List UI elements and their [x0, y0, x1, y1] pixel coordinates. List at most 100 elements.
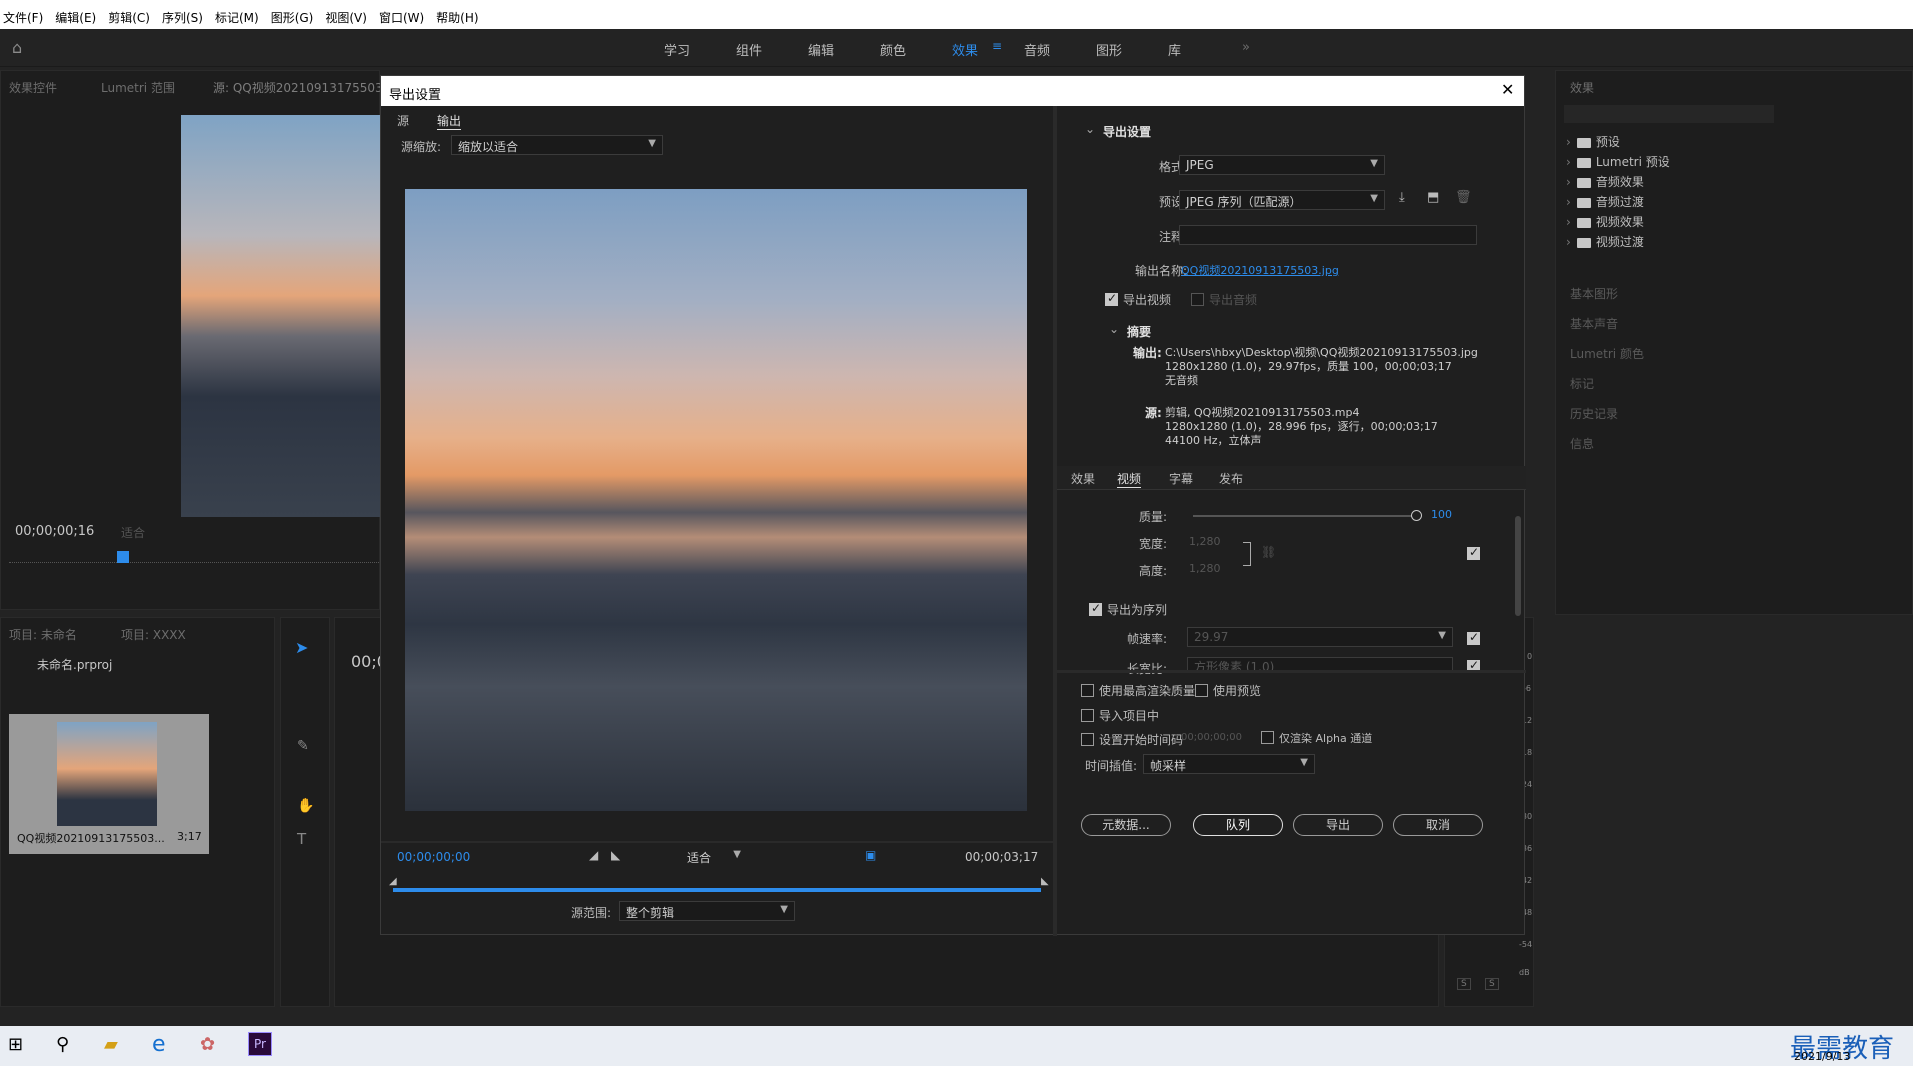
export-audio-checkbox[interactable] [1191, 293, 1204, 306]
playhead-icon[interactable] [117, 551, 129, 563]
alpha-only-checkbox[interactable] [1261, 731, 1274, 744]
premiere-pro-icon[interactable]: Pr [248, 1032, 272, 1056]
collapsed-essential-graphics[interactable]: 基本图形 [1570, 285, 1618, 302]
summary-header[interactable]: 摘要 [1127, 323, 1151, 340]
save-preset-icon[interactable]: ⤓ [1399, 190, 1405, 205]
range-start-handle[interactable]: ◢ [389, 876, 397, 887]
height-value[interactable]: 1,280 [1189, 562, 1221, 575]
collapsed-essential-sound[interactable]: 基本声音 [1570, 315, 1618, 332]
tab-video-settings[interactable]: 视频 [1117, 470, 1142, 488]
app-icon[interactable]: ✿ [200, 1034, 215, 1055]
quality-slider[interactable] [1193, 515, 1419, 517]
edge-browser-icon[interactable]: e [152, 1032, 166, 1057]
menu-edit[interactable]: 编辑(E) [52, 9, 99, 26]
width-value[interactable]: 1,280 [1189, 535, 1221, 548]
tab-output-dlg[interactable]: 输出 [437, 112, 462, 130]
cancel-button[interactable]: 取消 [1393, 814, 1483, 836]
aspect-select[interactable]: 方形像素 (1.0) [1187, 657, 1453, 671]
frame-rate-match-checkbox[interactable] [1467, 630, 1480, 645]
use-previews-checkbox[interactable] [1195, 684, 1208, 697]
tree-video-transitions[interactable]: › 视频过渡 [1566, 233, 1644, 250]
menu-view[interactable]: 视图(V) [322, 9, 370, 26]
chevron-down-icon[interactable]: ⌄ [1109, 322, 1119, 336]
max-render-checkbox[interactable] [1081, 684, 1094, 697]
metadata-button[interactable]: 元数据... [1081, 814, 1171, 836]
collapsed-markers[interactable]: 标记 [1570, 375, 1594, 392]
timecode-in[interactable]: 00;00;00;00 [397, 850, 470, 864]
search-icon[interactable]: ⚲ [56, 1034, 69, 1055]
source-range-select[interactable]: 整个剪辑 ▼ [619, 901, 795, 921]
mark-in-icon[interactable]: ◢ [589, 848, 598, 862]
windows-start-icon[interactable]: ⊞ [8, 1034, 23, 1055]
menu-graphics[interactable]: 图形(G) [268, 9, 317, 26]
timeline-range-bar[interactable] [393, 888, 1041, 892]
file-explorer-icon[interactable]: ▰ [104, 1034, 118, 1055]
tab-learning[interactable]: 学习 [664, 40, 690, 59]
set-start-tc-checkbox[interactable] [1081, 733, 1094, 746]
more-workspaces-icon[interactable]: » [1242, 40, 1250, 55]
zoom-select[interactable]: 适合 ▼ [681, 847, 747, 867]
source-scaling-select[interactable]: 缩放以适合 ▼ [451, 135, 663, 155]
tab-effect-controls[interactable]: 效果控件 [9, 79, 57, 96]
splitter[interactable] [1053, 106, 1057, 936]
home-icon[interactable]: ⌂ [12, 38, 22, 57]
solo-button[interactable]: S [1457, 978, 1471, 990]
format-select[interactable]: JPEG ▼ [1179, 155, 1385, 175]
tree-audio-transitions[interactable]: › 音频过渡 [1566, 193, 1644, 210]
delete-preset-icon[interactable]: 🗑 [1455, 190, 1472, 205]
tree-lumetri-presets[interactable]: › Lumetri 预设 [1566, 153, 1670, 170]
menu-help[interactable]: 帮助(H) [433, 9, 481, 26]
aspect-toggle-icon[interactable]: ▣ [865, 848, 876, 862]
tab-source-dlg[interactable]: 源 [397, 112, 409, 129]
source-ruler[interactable] [9, 557, 379, 563]
tab-captions-settings[interactable]: 字幕 [1169, 470, 1193, 487]
chevron-down-icon[interactable]: ⌄ [1085, 122, 1095, 136]
match-source-checkbox[interactable] [1467, 545, 1480, 560]
tab-editing[interactable]: 编辑 [808, 40, 834, 59]
effects-search-input[interactable] [1564, 105, 1774, 123]
tree-video-effects[interactable]: › 视频效果 [1566, 213, 1644, 230]
range-end-handle[interactable]: ◣ [1041, 876, 1049, 887]
tab-color[interactable]: 颜色 [880, 40, 906, 59]
export-button[interactable]: 导出 [1293, 814, 1383, 836]
source-timecode[interactable]: 00;00;00;16 [15, 524, 94, 539]
link-icon[interactable]: ⛓ [1261, 545, 1276, 559]
timecode-out[interactable]: 00;00;03;17 [965, 850, 1038, 864]
aspect-match-checkbox[interactable] [1467, 658, 1480, 672]
settings-scrollbar[interactable] [1515, 516, 1521, 616]
comments-input[interactable] [1179, 225, 1477, 245]
close-icon[interactable]: ✕ [1501, 80, 1514, 99]
pen-tool-icon[interactable]: ✎ [297, 738, 309, 754]
menu-markers[interactable]: 标记(M) [212, 9, 262, 26]
menu-clip[interactable]: 剪辑(C) [105, 9, 153, 26]
time-interp-select[interactable]: 帧采样 ▼ [1143, 754, 1315, 774]
solo-button[interactable]: S [1485, 978, 1499, 990]
queue-button[interactable]: 队列 [1193, 814, 1283, 836]
tab-effects[interactable]: 效果 [952, 40, 978, 59]
preset-select[interactable]: JPEG 序列（匹配源） ▼ [1179, 190, 1385, 210]
collapsed-lumetri-color[interactable]: Lumetri 颜色 [1570, 345, 1644, 362]
hand-tool-icon[interactable]: ✋ [297, 798, 314, 814]
export-as-sequence-checkbox[interactable] [1089, 601, 1102, 616]
selection-tool-icon[interactable]: ➤ [295, 638, 308, 657]
clip-thumbnail-card[interactable]: QQ视频20210913175503... 3;17 [9, 714, 209, 854]
project-file-name[interactable]: 未命名.prproj [37, 656, 112, 673]
frame-rate-select[interactable]: 29.97 ▼ [1187, 627, 1453, 647]
menu-lines-icon[interactable]: ≡ [992, 39, 1002, 53]
start-tc-value[interactable]: 00;00;00;00 [1181, 732, 1242, 743]
quality-value[interactable]: 100 [1431, 508, 1452, 521]
type-tool-icon[interactable]: T [297, 830, 306, 848]
tab-effects-settings[interactable]: 效果 [1071, 470, 1095, 487]
tab-audio[interactable]: 音频 [1024, 40, 1050, 59]
tab-publish-settings[interactable]: 发布 [1219, 470, 1243, 487]
output-name-link[interactable]: QQ视频20210913175503.jpg [1181, 262, 1339, 278]
menu-window[interactable]: 窗口(W) [376, 9, 427, 26]
menu-file[interactable]: 文件(F) [0, 9, 46, 26]
tab-project-2[interactable]: 项目: XXXX [121, 626, 186, 643]
tab-libraries[interactable]: 库 [1168, 40, 1181, 59]
import-project-checkbox[interactable] [1081, 709, 1094, 722]
tab-project[interactable]: 项目: 未命名 [9, 626, 77, 643]
tab-assembly[interactable]: 组件 [736, 40, 762, 59]
mark-out-icon[interactable]: ◣ [611, 848, 620, 862]
export-video-checkbox[interactable] [1105, 291, 1118, 306]
